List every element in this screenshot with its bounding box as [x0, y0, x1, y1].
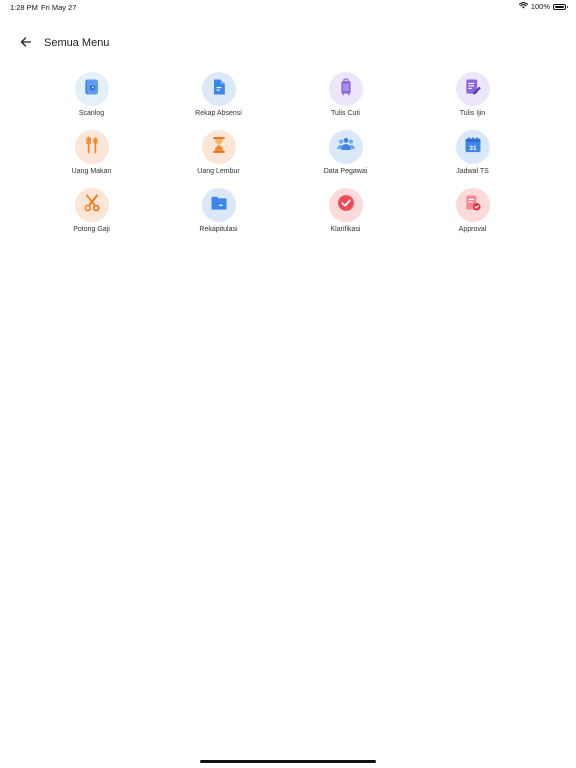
icon-circle [328, 188, 363, 222]
scan-clock-icon [82, 77, 102, 102]
header: Semua Menu [0, 32, 576, 56]
menu-item-rekap-absensi[interactable]: Rekap Absensi [155, 72, 282, 117]
menu-item-uang-makan[interactable]: Uang Makan [28, 130, 155, 175]
menu-label: Data Pegawai [323, 168, 368, 175]
page-title: Semua Menu [44, 37, 110, 49]
approval-document-icon [463, 193, 483, 218]
home-indicator[interactable] [200, 760, 376, 763]
folder-icon [209, 193, 229, 218]
menu-item-uang-lembur[interactable]: Uang Lembur [155, 130, 282, 175]
arrow-left-icon [20, 35, 32, 53]
status-date: Fri May 27 [41, 3, 77, 12]
wifi-icon [518, 2, 528, 11]
hourglass-icon [209, 135, 229, 160]
battery-icon [553, 3, 568, 10]
icon-circle: 31 [455, 130, 490, 164]
menu-item-potong-gaji[interactable]: Potong Gaji [28, 188, 155, 233]
icon-circle [455, 188, 490, 222]
icon-circle [328, 130, 363, 164]
menu-label: Uang Makan [71, 168, 112, 175]
status-time: 1:28 PM [10, 3, 38, 12]
menu-label: Klarifikasi [330, 226, 361, 233]
menu-item-scanlog[interactable]: Scanlog [28, 72, 155, 117]
status-right: 100% [518, 2, 568, 11]
menu-item-tulis-ijin[interactable]: Tulis Ijin [409, 72, 536, 117]
menu-item-approval[interactable]: Approval [409, 188, 536, 233]
icon-circle [74, 188, 109, 222]
battery-percentage: 100% [530, 2, 550, 11]
menu-label: Approval [458, 226, 487, 233]
people-icon [336, 135, 356, 160]
icon-circle [74, 72, 109, 106]
icon-circle [201, 72, 236, 106]
icon-circle [201, 188, 236, 222]
menu-label: Scanlog [78, 110, 105, 117]
document-icon [209, 77, 229, 102]
menu-item-rekapitulasi[interactable]: Rekapitulasi [155, 188, 282, 233]
menu-item-data-pegawai[interactable]: Data Pegawai [282, 130, 409, 175]
menu-item-klarifikasi[interactable]: Klarifikasi [282, 188, 409, 233]
suitcase-icon [336, 77, 356, 102]
menu-label: Uang Lembur [197, 168, 240, 175]
menu-label: Jadwal TS [456, 168, 489, 175]
check-circle-icon [336, 193, 356, 218]
status-bar: 1:28 PM Fri May 27 100% [0, 0, 576, 14]
icon-circle [455, 72, 490, 106]
menu-item-tulis-cuti[interactable]: Tulis Cuti [282, 72, 409, 117]
back-button[interactable] [17, 35, 35, 53]
menu-item-jadwal-ts[interactable]: 31 Jadwal TS [409, 130, 536, 175]
menu-label: Rekapitulasi [199, 226, 238, 233]
calendar-day-text: 31 [469, 145, 477, 152]
icon-circle [201, 130, 236, 164]
fork-spoon-icon [82, 135, 102, 160]
menu-label: Rekap Absensi [195, 110, 242, 117]
menu-label: Tulis Cuti [331, 110, 360, 117]
menu-label: Potong Gaji [73, 226, 110, 233]
menu-label: Tulis Ijin [459, 110, 486, 117]
menu-grid: Scanlog Rekap Absensi Tulis Cuti Tulis I… [28, 72, 536, 233]
scissors-icon [82, 193, 102, 218]
edit-document-icon [463, 77, 483, 102]
icon-circle [328, 72, 363, 106]
icon-circle [74, 130, 109, 164]
calendar-icon: 31 [463, 135, 483, 160]
